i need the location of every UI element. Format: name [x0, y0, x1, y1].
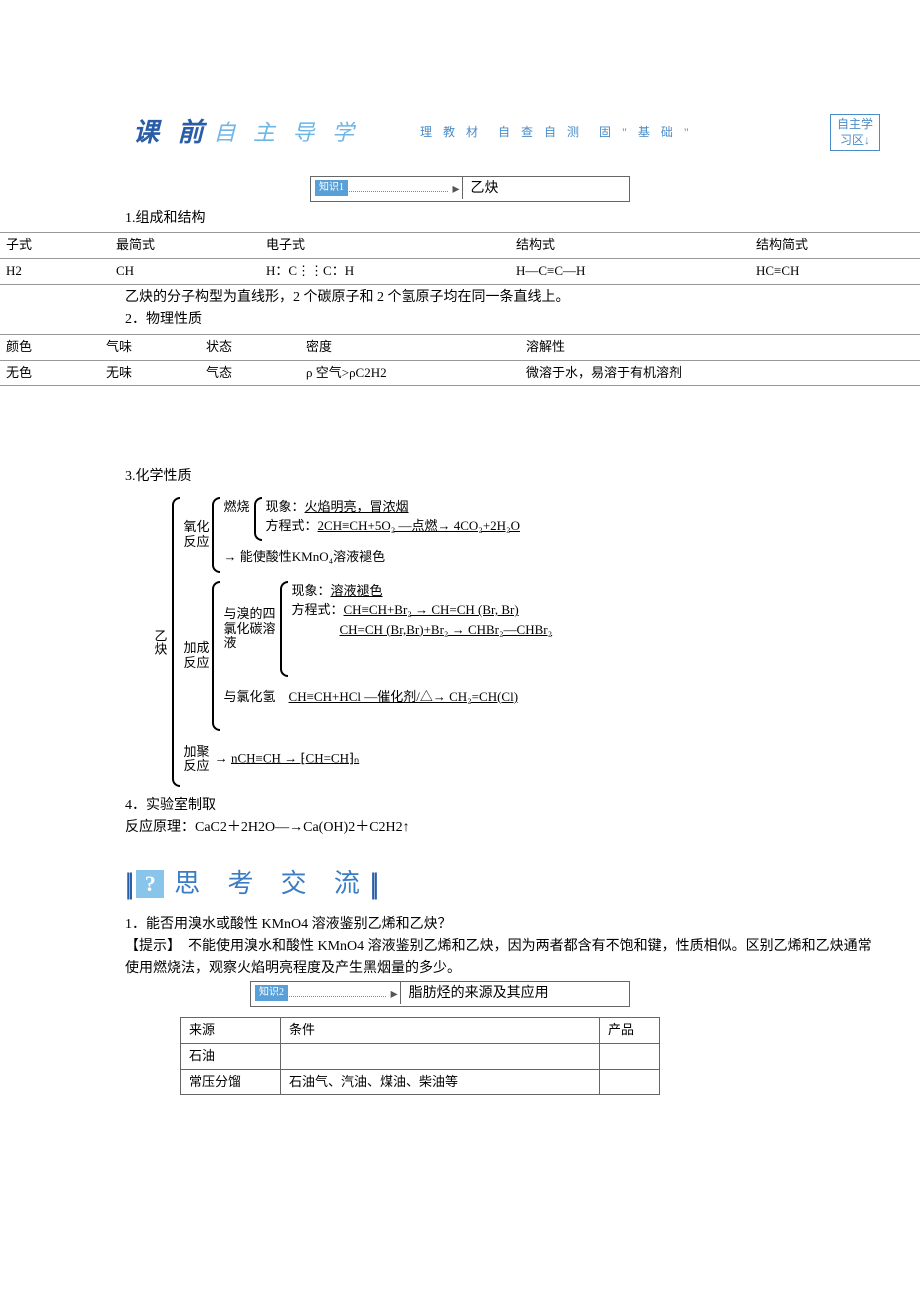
cell-state: 气态 — [200, 360, 300, 386]
answer-label: 【提示】 — [125, 939, 174, 954]
question-mark-icon: ? — [136, 870, 164, 898]
table-row: 子式 最简式 电子式 结构式 结构简式 — [0, 233, 920, 259]
add-label: 加成反应 — [184, 641, 212, 670]
lab-equation: 反应原理：CaC2＋2H2O―→Ca(OH)2＋C2H2↑ — [125, 817, 880, 839]
eq-label: 方程式： — [266, 518, 318, 533]
think-title: 思 考 交 流 — [174, 863, 370, 905]
topic-box-1: 知识1 ▸ 乙炔 — [310, 176, 630, 202]
th-density: 密度 — [300, 334, 520, 360]
eq-label: 方程式： — [292, 602, 344, 617]
think-header: || ? 思 考 交 流 || — [125, 860, 920, 908]
th-condition: 条件 — [281, 1018, 600, 1044]
kmno4-line: 能使酸性KMnO₄溶液褪色 — [240, 549, 385, 564]
header-right-box: 自主学 习区↓ — [830, 114, 880, 151]
double-bar-icon: || — [125, 860, 130, 908]
poly-label: 加聚反应 — [184, 745, 212, 774]
th-solubility: 溶解性 — [520, 334, 920, 360]
th-simplest: 最简式 — [110, 233, 260, 259]
br-phenomenon: 溶液褪色 — [331, 583, 383, 598]
cell-source: 常压分馏 — [181, 1069, 281, 1095]
burn-label: 燃烧 — [224, 497, 250, 541]
cell-product — [600, 1043, 660, 1069]
table-row: 常压分馏 石油气、汽油、煤油、柴油等 — [181, 1069, 660, 1095]
cell-electron: H：C⋮⋮C：H — [260, 259, 510, 285]
brace-icon — [254, 497, 262, 541]
header-title-sub: 自 主 导 学 — [214, 115, 361, 150]
th-smell: 气味 — [100, 334, 200, 360]
brace-icon — [212, 581, 220, 731]
heading-composition: 1.组成和结构 — [125, 208, 920, 230]
cell-color: 无色 — [0, 360, 100, 386]
topic-tag-label-1: 知识1 — [315, 180, 348, 196]
cell-product — [600, 1069, 660, 1095]
br-eq1: CH≡CH+Br₂ → CH=CH (Br, Br) — [344, 602, 519, 617]
brace-icon — [280, 581, 288, 677]
topic-dots-icon — [283, 996, 386, 997]
header-right-line1: 自主学 — [837, 117, 873, 131]
topic-title-1: 乙炔 — [463, 177, 630, 201]
cell-condensed: HC≡CH — [750, 259, 920, 285]
table-row: 无色 无味 气态 ρ 空气>ρC2H2 微溶于水，易溶于有机溶剂 — [0, 360, 920, 386]
table-row: 石油 — [181, 1043, 660, 1069]
table-row: H2 CH H：C⋮⋮C：H H—C≡C—H HC≡CH — [0, 259, 920, 285]
cell-density: ρ 空气>ρC2H2 — [300, 360, 520, 386]
th-molecular: 子式 — [0, 233, 110, 259]
document-page: 课 前 自 主 导 学 理 教 材 自 查 自 测 固 " 基 础 " 自主学 … — [0, 110, 920, 1135]
cell-molecular: H2 — [0, 259, 110, 285]
table-row: 来源 条件 产品 — [181, 1018, 660, 1044]
header-hint: 理 教 材 自 查 自 测 固 " 基 础 " — [420, 123, 693, 142]
poly-eq: nCH≡CH → ⁅CH=CH⁆ₙ — [231, 750, 359, 765]
hcl-eq: CH≡CH+HCl —催化剂/△→ CH₂=CH(Cl) — [289, 689, 519, 704]
th-product: 产品 — [600, 1018, 660, 1044]
burn-phenomenon: 火焰明亮，冒浓烟 — [305, 499, 409, 514]
phen-label: 现象： — [292, 583, 331, 598]
th-structure: 结构式 — [510, 233, 750, 259]
arrow-right-icon: ▸ — [452, 179, 459, 201]
th-source: 来源 — [181, 1018, 281, 1044]
header-right-line2: 习区↓ — [840, 133, 870, 147]
double-bar-icon: || — [370, 860, 375, 908]
section-header: 课 前 自 主 导 学 理 教 材 自 查 自 测 固 " 基 础 " 自主学 … — [125, 110, 920, 156]
arrow-right-icon: ▸ — [391, 984, 398, 1006]
br-eq2: CH=CH (Br,Br)+Br₂ → CHBr₂—CHBr₂ — [340, 622, 553, 637]
burn-equation: 2CH≡CH+5O₂ —点燃→ 4CO₂+2H₂O — [318, 518, 520, 533]
cell-condition: 石油气、汽油、煤油、柴油等 — [281, 1069, 600, 1095]
note-linear: 乙炔的分子构型为直线形，2 个碳原子和 2 个氢原子均在同一条直线上。 — [125, 287, 880, 309]
table-row: 颜色 气味 状态 密度 溶解性 — [0, 334, 920, 360]
topic-dots-icon — [343, 191, 448, 192]
th-electron: 电子式 — [260, 233, 510, 259]
topic-tag-2: 知识2 ▸ — [251, 982, 401, 1004]
heading-chemical: 3.化学性质 — [125, 466, 920, 488]
header-title-main: 课 前 — [125, 110, 218, 156]
cell-solubility: 微溶于水，易溶于有机溶剂 — [520, 360, 920, 386]
topic-title-2: 脂肪烃的来源及其应用 — [401, 982, 629, 1006]
source-table: 来源 条件 产品 石油 常压分馏 石油气、汽油、煤油、柴油等 — [180, 1017, 660, 1095]
th-condensed: 结构简式 — [750, 233, 920, 259]
hcl-label: 与氯化氢 — [224, 689, 276, 704]
chemical-diagram: 乙炔 氧化反应 燃烧 现象：火焰明亮，冒浓烟 方程式：2CH≡CH+5O₂ —点… — [150, 497, 690, 787]
th-color: 颜色 — [0, 334, 100, 360]
answer-1: 【提示】 不能使用溴水和酸性 KMnO4 溶液鉴别乙烯和乙炔，因为两者都含有不饱… — [125, 936, 880, 981]
brace-icon — [212, 497, 220, 573]
phen-label: 现象： — [266, 499, 305, 514]
topic-tag-label-2: 知识2 — [255, 985, 288, 1001]
topic-tag-1: 知识1 ▸ — [311, 177, 463, 199]
ox-label: 氧化反应 — [184, 520, 212, 549]
question-1: 1．能否用溴水或酸性 KMnO4 溶液鉴别乙烯和乙炔？ — [125, 914, 880, 936]
diagram-root: 乙炔 — [150, 629, 170, 655]
cell-structure: H—C≡C—H — [510, 259, 750, 285]
cell-source: 石油 — [181, 1043, 281, 1069]
composition-table: 子式 最简式 电子式 结构式 结构简式 H2 CH H：C⋮⋮C：H H—C≡C… — [0, 232, 920, 285]
cell-smell: 无味 — [100, 360, 200, 386]
th-state: 状态 — [200, 334, 300, 360]
cell-condition — [281, 1043, 600, 1069]
answer-text: 不能使用溴水和酸性 KMnO4 溶液鉴别乙烯和乙炔，因为两者都含有不饱和键，性质… — [125, 939, 872, 976]
add-br-label: 与溴的四氯化碳溶液 — [224, 607, 280, 650]
heading-physical: 2．物理性质 — [125, 309, 920, 331]
physical-table: 颜色 气味 状态 密度 溶解性 无色 无味 气态 ρ 空气>ρC2H2 微溶于水… — [0, 334, 920, 387]
topic-box-2: 知识2 ▸ 脂肪烃的来源及其应用 — [250, 981, 630, 1007]
cell-simplest: CH — [110, 259, 260, 285]
heading-lab: 4．实验室制取 — [125, 795, 920, 817]
brace-icon — [172, 497, 180, 787]
